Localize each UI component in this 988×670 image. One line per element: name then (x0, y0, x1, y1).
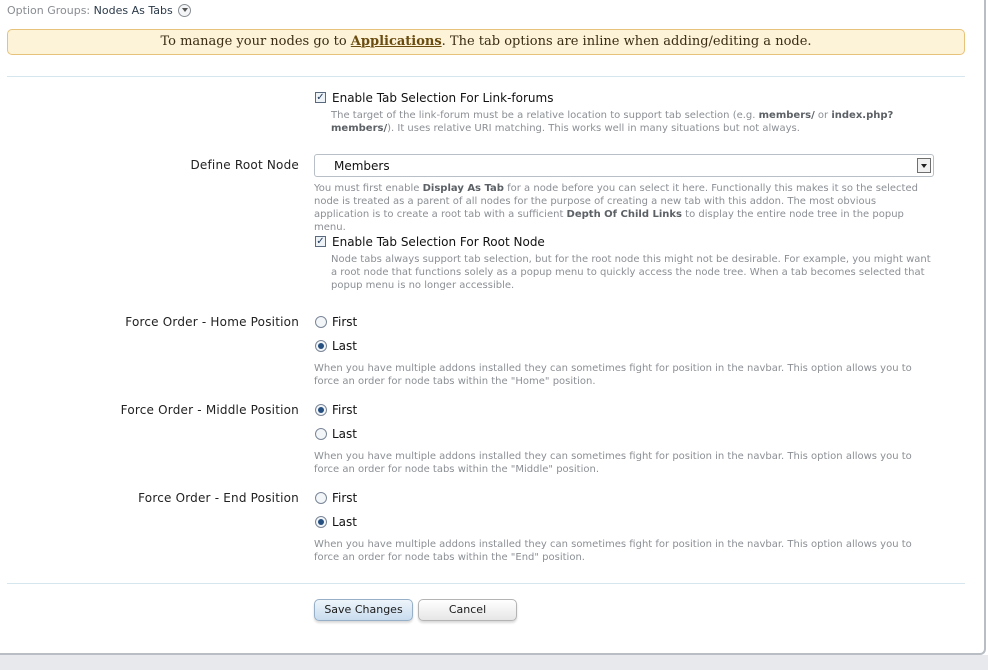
force-middle-label: Force Order - Middle Position (120, 403, 299, 417)
force-home-first-radio[interactable] (315, 316, 327, 328)
root-tab-label[interactable]: Enable Tab Selection For Root Node (332, 235, 545, 249)
force-middle-explain: When you have multiple addons installed … (314, 451, 912, 475)
link-forums-explain-2: or (814, 110, 832, 121)
link-forums-label[interactable]: Enable Tab Selection For Link-forums (332, 91, 553, 105)
link-forums-explain: The target of the link-forum must be a r… (331, 109, 931, 135)
notice-banner: To manage your nodes go to Applications.… (7, 29, 965, 55)
notice-prefix: To manage your nodes go to (160, 34, 351, 49)
force-home-explain: When you have multiple addons installed … (314, 363, 912, 387)
divider-top (7, 76, 965, 77)
page-footer-shade (0, 655, 988, 670)
force-home-last-radio[interactable] (315, 340, 327, 352)
force-end-last-radio[interactable] (315, 516, 327, 528)
applications-link[interactable]: Applications (351, 34, 442, 49)
root-node-selected: Members (334, 159, 390, 173)
link-forums-explain-b3: members/ (331, 123, 388, 134)
link-forums-checkbox[interactable]: ✓ (315, 92, 326, 103)
force-middle-first-radio[interactable] (315, 404, 327, 416)
force-middle-last-label[interactable]: Last (332, 427, 357, 441)
chevron-down-icon[interactable] (178, 4, 192, 17)
option-groups-row: Option Groups: Nodes As Tabs (7, 4, 192, 17)
force-middle-last-radio[interactable] (315, 428, 327, 440)
root-node-explain: You must first enable Display As Tab for… (314, 182, 934, 234)
force-middle-first-label[interactable]: First (332, 403, 357, 417)
link-forums-explain-b2: index.php? (831, 110, 894, 121)
divider-bottom (7, 583, 965, 584)
cancel-button[interactable]: Cancel (418, 599, 517, 621)
root-node-explain-1: You must first enable (314, 183, 423, 194)
force-end-first-radio[interactable] (315, 492, 327, 504)
root-node-explain-b1: Display As Tab (422, 183, 504, 194)
root-node-select[interactable]: Members (314, 154, 934, 177)
option-groups-label: Option Groups: (7, 4, 91, 17)
force-end-first-label[interactable]: First (332, 491, 357, 505)
dropdown-arrow-icon[interactable] (917, 158, 931, 173)
save-changes-button[interactable]: Save Changes (314, 599, 413, 621)
root-tab-checkbox[interactable]: ✓ (315, 236, 326, 247)
link-forums-explain-b1: members/ (758, 110, 815, 121)
force-end-label: Force Order - End Position (138, 491, 299, 505)
force-home-label: Force Order - Home Position (125, 315, 299, 329)
root-tab-explain: Node tabs always support tab selection, … (331, 254, 931, 291)
force-end-explain: When you have multiple addons installed … (314, 539, 912, 563)
notice-suffix: . The tab options are inline when adding… (441, 34, 812, 49)
force-home-first-label[interactable]: First (332, 315, 357, 329)
link-forums-explain-1: The target of the link-forum must be a r… (331, 110, 759, 121)
force-end-last-label[interactable]: Last (332, 515, 357, 529)
option-groups-value[interactable]: Nodes As Tabs (94, 4, 173, 17)
force-home-last-label[interactable]: Last (332, 339, 357, 353)
root-node-label: Define Root Node (190, 158, 299, 172)
root-node-explain-b2: Depth Of Child Links (566, 209, 682, 220)
link-forums-explain-3: ). It uses relative URI matching. This w… (387, 123, 800, 134)
